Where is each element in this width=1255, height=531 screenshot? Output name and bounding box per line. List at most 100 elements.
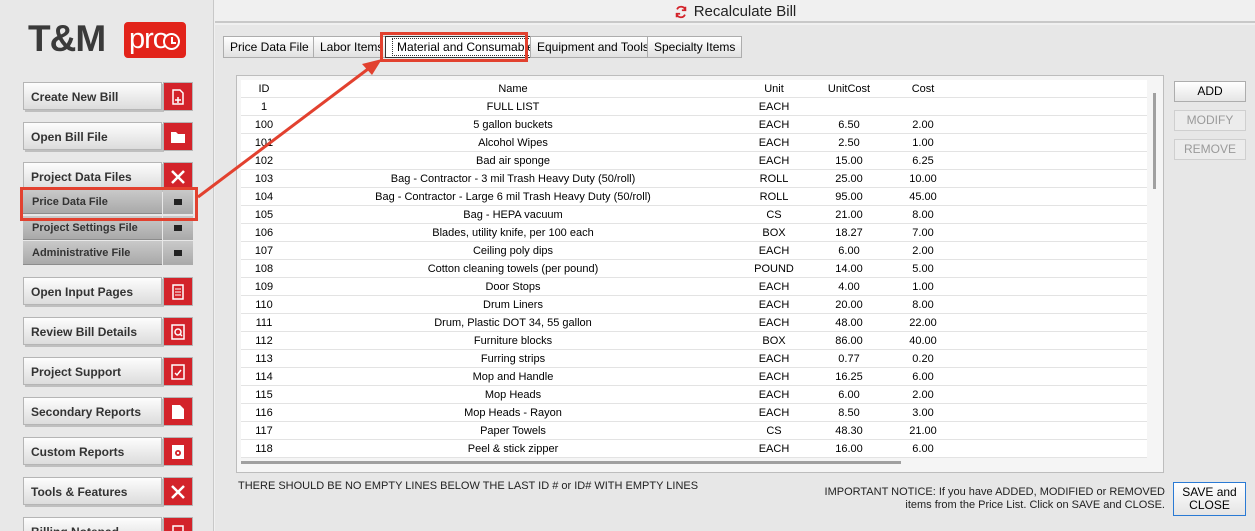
cell-unitcost: 14.00	[835, 263, 863, 275]
table-row[interactable]: 110 Drum Liners EACH 20.00 8.00	[241, 296, 1147, 314]
cell-cost: 6.00	[912, 371, 934, 383]
table-row[interactable]: 112 Furniture blocks BOX 86.00 40.00	[241, 332, 1147, 350]
tab-price-data-file[interactable]: Price Data File	[223, 36, 316, 58]
cell-name: Peel & stick zipper	[467, 443, 559, 455]
table-row[interactable]: 115 Mop Heads EACH 6.00 2.00	[241, 386, 1147, 404]
cell-name: Furniture blocks	[473, 335, 553, 347]
table-row[interactable]: 117 Paper Towels CS 48.30 21.00	[241, 422, 1147, 440]
cell-id: 108	[254, 263, 274, 275]
reload-icon[interactable]	[674, 5, 688, 19]
cell-cost: 22.00	[909, 317, 937, 329]
cell-cost: 2.00	[912, 119, 934, 131]
secondary-reports-button[interactable]: Secondary Reports	[23, 397, 162, 425]
table-row[interactable]: 101 Alcohol Wipes EACH 2.50 1.00	[241, 134, 1147, 152]
cell-id: 114	[255, 371, 273, 383]
cell-cost: 45.00	[909, 191, 937, 203]
tools-icon[interactable]	[163, 477, 193, 506]
cell-unit: EACH	[758, 371, 790, 383]
cell-id: 104	[254, 191, 274, 203]
cell-name: Bag - HEPA vacuum	[463, 209, 563, 221]
cell-name: Drum Liners	[483, 299, 543, 311]
cell-unit: POUND	[754, 263, 794, 275]
cell-unit: EACH	[758, 353, 790, 365]
cell-unitcost: 25.00	[835, 173, 863, 185]
cell-unitcost: 2.50	[838, 137, 860, 149]
notepad-icon[interactable]	[163, 517, 193, 531]
open-input-pages-button[interactable]: Open Input Pages	[23, 277, 162, 305]
table-row[interactable]: 106 Blades, utility knife, per 100 each BO…	[241, 224, 1147, 242]
cell-cost: 40.00	[909, 335, 937, 347]
important-notice: IMPORTANT NOTICE: If you have ADDED, MOD…	[800, 486, 1165, 512]
tab-specialty-items[interactable]: Specialty Items	[647, 36, 743, 58]
cell-unitcost: 4.00	[838, 281, 860, 293]
cell-unit: EACH	[758, 443, 790, 455]
project-support-button[interactable]: Project Support	[23, 357, 162, 385]
cell-unit: EACH	[758, 299, 790, 311]
gear-document-icon[interactable]	[163, 437, 193, 466]
review-bill-details-button[interactable]: Review Bill Details	[23, 317, 162, 345]
col-header-id: ID	[258, 83, 270, 95]
table-row[interactable]: 102 Bad air sponge EACH 15.00 6.25	[241, 152, 1147, 170]
table-row[interactable]: 109 Door Stops EACH 4.00 1.00	[241, 278, 1147, 296]
table-row[interactable]: 107 Ceiling poly dips EACH 6.00 2.00	[241, 242, 1147, 260]
table-row[interactable]: 116 Mop Heads - Rayon EACH 8.50 3.00	[241, 404, 1147, 422]
cell-cost: 6.25	[912, 155, 934, 167]
table-row[interactable]: 114 Mop and Handle EACH 16.25 6.00	[241, 368, 1147, 386]
table-row[interactable]: 105 Bag - HEPA vacuum CS 21.00 8.00	[241, 206, 1147, 224]
page-icon[interactable]	[163, 277, 193, 306]
cell-unitcost: 6.00	[838, 245, 860, 257]
modify-button[interactable]: MODIFY	[1174, 110, 1246, 131]
price-table[interactable]: ID Name Unit UnitCost Cost 1 FULL LIST EAC…	[241, 80, 1147, 458]
project-data-files-button[interactable]: Project Data Files	[23, 162, 162, 190]
magnify-document-icon[interactable]	[163, 317, 193, 346]
tab-equipment-and-tools[interactable]: Equipment and Tools	[530, 36, 656, 58]
vertical-scrollbar[interactable]	[1153, 93, 1156, 189]
cell-name: Ceiling poly dips	[472, 245, 554, 257]
create-new-bill-button[interactable]: Create New Bill	[23, 82, 162, 110]
table-row[interactable]: 103 Bag - Contractor - 3 mil Trash Heavy …	[241, 170, 1147, 188]
checklist-icon[interactable]	[163, 357, 193, 386]
custom-reports-button[interactable]: Custom Reports	[23, 437, 162, 465]
cell-unit: BOX	[762, 227, 786, 239]
title-bar: Recalculate Bill	[215, 0, 1255, 23]
open-bill-file-button[interactable]: Open Bill File	[23, 122, 162, 150]
folder-icon[interactable]	[163, 122, 193, 151]
tab-labor-items[interactable]: Labor Items	[313, 36, 391, 58]
table-row[interactable]: 1 FULL LIST EACH	[241, 98, 1147, 116]
cell-name: Bag - Contractor - 3 mil Trash Heavy Dut…	[390, 173, 636, 185]
report-icon[interactable]	[163, 397, 193, 426]
cell-name: FULL LIST	[486, 101, 540, 113]
cell-name: Door Stops	[485, 281, 541, 293]
sidebar-item-administrative-file[interactable]: Administrative File	[23, 241, 162, 265]
cell-id: 102	[254, 155, 274, 167]
cell-unit: EACH	[758, 119, 790, 131]
horizontal-scrollbar[interactable]	[241, 461, 901, 464]
new-file-icon[interactable]	[163, 82, 193, 111]
cell-unitcost: 86.00	[835, 335, 863, 347]
table-row[interactable]: 111 Drum, Plastic DOT 34, 55 gallon EACH 48…	[241, 314, 1147, 332]
table-row[interactable]: 104 Bag - Contractor - Large 6 mil Trash …	[241, 188, 1147, 206]
billing-notepad-button[interactable]: Billing Notepad	[23, 517, 162, 531]
save-and-close-button[interactable]: SAVE and CLOSE	[1173, 482, 1246, 516]
table-row[interactable]: 113 Furring strips EACH 0.77 0.20	[241, 350, 1147, 368]
cell-id: 100	[254, 119, 274, 131]
add-button[interactable]: ADD	[1174, 81, 1246, 102]
table-row[interactable]: 118 Peel & stick zipper EACH 16.00 6.00	[241, 440, 1147, 458]
window-title: Recalculate Bill	[693, 3, 797, 20]
cell-cost: 1.00	[912, 281, 934, 293]
table-row[interactable]: 108 Cotton cleaning towels (per pound) POU…	[241, 260, 1147, 278]
cell-name: Mop and Handle	[472, 371, 554, 383]
tools-features-button[interactable]: Tools & Features	[23, 477, 162, 505]
logo-brand: T&M	[28, 18, 106, 59]
cell-cost: 8.00	[912, 299, 934, 311]
cell-unitcost: 95.00	[835, 191, 863, 203]
cell-id: 115	[255, 389, 273, 401]
app-logo: T&M pro	[28, 18, 188, 64]
cell-unit: EACH	[758, 281, 790, 293]
cell-name: Furring strips	[480, 353, 546, 365]
remove-button[interactable]: REMOVE	[1174, 139, 1246, 160]
cell-unit: EACH	[758, 389, 790, 401]
table-row[interactable]: 100 5 gallon buckets EACH 6.50 2.00	[241, 116, 1147, 134]
cell-id: 101	[254, 137, 274, 149]
annotation-highlight-material-tab	[380, 32, 528, 62]
